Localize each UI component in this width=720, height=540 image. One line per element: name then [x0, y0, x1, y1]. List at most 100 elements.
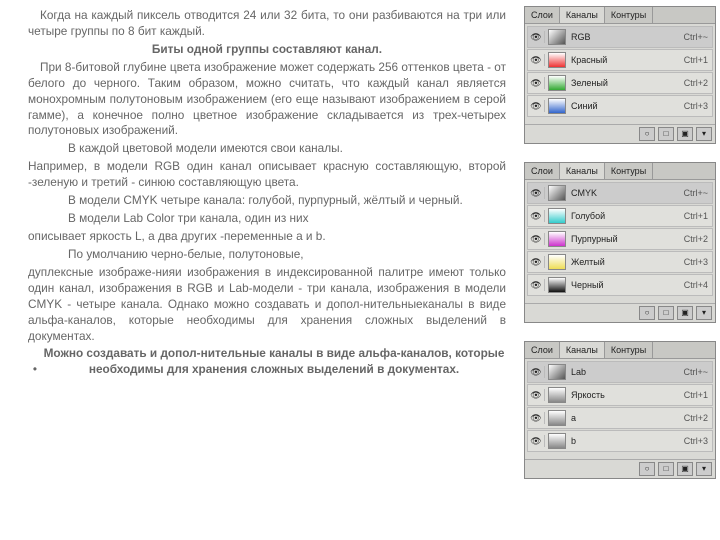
channel-thumbnail: [548, 185, 566, 201]
channel-row[interactable]: 👁ПурпурныйCtrl+2: [527, 228, 713, 250]
tab-bar: СлоиКаналыКонтуры: [525, 342, 715, 359]
channel-shortcut: Ctrl+3: [680, 256, 712, 268]
channel-name: a: [569, 412, 680, 424]
visibility-icon[interactable]: 👁: [528, 412, 545, 424]
paragraph: дуплексные изображе-нияи изображения в и…: [28, 265, 506, 345]
tab[interactable]: Контуры: [605, 163, 653, 179]
channel-shortcut: Ctrl+3: [680, 100, 712, 112]
channels-panel: СлоиКаналыКонтуры 👁 LabCtrl+~ 👁ЯркостьCtrl+…: [524, 341, 716, 479]
panel-footer: ○□▣▾: [525, 459, 715, 478]
paragraph: Когда на каждый пиксель отводится 24 или…: [28, 8, 506, 40]
tab[interactable]: Каналы: [560, 163, 605, 179]
visibility-icon[interactable]: 👁: [528, 366, 545, 378]
footer-icon[interactable]: ○: [639, 306, 655, 320]
footer-icon[interactable]: ▣: [677, 306, 693, 320]
channel-row[interactable]: 👁 ЖелтыйCtrl+3: [527, 251, 713, 273]
visibility-icon[interactable]: 👁: [528, 256, 545, 268]
footer-icon[interactable]: □: [658, 127, 674, 141]
channel-thumbnail: [548, 231, 566, 247]
visibility-icon[interactable]: 👁: [528, 187, 545, 199]
bullet-text: Можно создавать и допол-нительные каналы…: [42, 346, 506, 378]
tab[interactable]: Каналы: [560, 7, 605, 23]
channels-panel: СлоиКаналыКонтуры 👁 CMYKCtrl+~ 👁ГолубойCtrl…: [524, 162, 716, 323]
paragraph: В каждой цветовой модели имеются свои ка…: [28, 141, 506, 157]
panels-column: СлоиКаналыКонтуры👁RGBCtrl+~👁КрасныйCtrl+…: [520, 0, 720, 540]
channel-name: Зеленый: [569, 77, 680, 89]
channel-row[interactable]: 👁 СинийCtrl+3: [527, 95, 713, 117]
footer-icon[interactable]: ○: [639, 127, 655, 141]
paragraph: В модели Lab Color три канала, один из н…: [28, 211, 506, 227]
tab[interactable]: Слои: [525, 163, 560, 179]
channel-thumbnail: [548, 277, 566, 293]
panel-body: 👁LabCtrl+~👁ЯркостьCtrl+1👁aCtrl+2👁bCtrl+3: [525, 359, 715, 459]
channel-shortcut: Ctrl+2: [680, 77, 712, 89]
visibility-icon[interactable]: 👁: [528, 77, 545, 89]
channel-shortcut: Ctrl+~: [679, 366, 712, 378]
visibility-icon[interactable]: 👁: [528, 54, 545, 66]
channel-row[interactable]: 👁 ЧерныйCtrl+4: [527, 274, 713, 296]
channel-name: Красный: [569, 54, 680, 66]
tab[interactable]: Каналы: [560, 342, 605, 358]
paragraph: По умолчанию черно-белые, полутоновые,: [28, 247, 506, 263]
channel-row[interactable]: 👁RGBCtrl+~: [527, 26, 713, 48]
visibility-icon[interactable]: 👁: [528, 210, 545, 222]
tab[interactable]: Слои: [525, 7, 560, 23]
channel-row[interactable]: 👁 КрасныйCtrl+1: [527, 49, 713, 71]
footer-icon[interactable]: □: [658, 306, 674, 320]
channel-thumbnail: [548, 254, 566, 270]
channel-name: Синий: [569, 100, 680, 112]
channel-shortcut: Ctrl+2: [680, 412, 712, 424]
channel-row[interactable]: 👁 CMYKCtrl+~: [527, 182, 713, 204]
channel-thumbnail: [548, 29, 566, 45]
channel-row[interactable]: 👁 ЗеленыйCtrl+2: [527, 72, 713, 94]
visibility-icon[interactable]: 👁: [528, 31, 545, 43]
channels-panel: СлоиКаналыКонтуры👁RGBCtrl+~👁КрасныйCtrl+…: [524, 6, 716, 144]
channel-name: Желтый: [569, 256, 680, 268]
paragraph: При 8-битовой глубине цвета изображение …: [28, 60, 506, 140]
channel-shortcut: Ctrl+4: [680, 279, 712, 291]
channel-shortcut: Ctrl+2: [680, 233, 712, 245]
page: Когда на каждый пиксель отводится 24 или…: [0, 0, 720, 540]
footer-icon[interactable]: ▣: [677, 462, 693, 476]
channel-thumbnail: [548, 364, 566, 380]
channel-thumbnail: [548, 410, 566, 426]
channel-row[interactable]: 👁 aCtrl+2: [527, 407, 713, 429]
heading: Биты одной группы составляют канал.: [28, 42, 506, 58]
panel-footer: ○□▣▾: [525, 303, 715, 322]
channel-name: RGB: [569, 31, 679, 43]
paragraph: Например, в модели RGB один канал описыв…: [28, 159, 506, 191]
footer-icon[interactable]: ▣: [677, 127, 693, 141]
visibility-icon[interactable]: 👁: [528, 100, 545, 112]
channel-name: Lab: [569, 366, 679, 378]
tab[interactable]: Контуры: [605, 7, 653, 23]
visibility-icon[interactable]: 👁: [528, 279, 545, 291]
channel-shortcut: Ctrl+1: [680, 54, 712, 66]
channel-thumbnail: [548, 75, 566, 91]
footer-icon[interactable]: ▾: [696, 306, 712, 320]
footer-icon[interactable]: ○: [639, 462, 655, 476]
channel-row[interactable]: 👁ГолубойCtrl+1: [527, 205, 713, 227]
channel-row[interactable]: 👁ЯркостьCtrl+1: [527, 384, 713, 406]
channel-thumbnail: [548, 433, 566, 449]
tab[interactable]: Слои: [525, 342, 560, 358]
bullet-item: • Можно создавать и допол-нительные кана…: [28, 346, 506, 378]
channel-thumbnail: [548, 98, 566, 114]
channel-name: Черный: [569, 279, 680, 291]
channel-thumbnail: [548, 208, 566, 224]
visibility-icon[interactable]: 👁: [528, 389, 545, 401]
channel-name: b: [569, 435, 680, 447]
channel-row[interactable]: 👁bCtrl+3: [527, 430, 713, 452]
tab[interactable]: Контуры: [605, 342, 653, 358]
tab-bar: СлоиКаналыКонтуры: [525, 7, 715, 24]
channel-name: CMYK: [569, 187, 679, 199]
panel-footer: ○□▣▾: [525, 124, 715, 143]
channel-shortcut: Ctrl+~: [679, 187, 712, 199]
visibility-icon[interactable]: 👁: [528, 233, 545, 245]
paragraph: описывает яркость L, а два других -перем…: [28, 229, 506, 245]
footer-icon[interactable]: ▾: [696, 127, 712, 141]
footer-icon[interactable]: □: [658, 462, 674, 476]
channel-row[interactable]: 👁 LabCtrl+~: [527, 361, 713, 383]
footer-icon[interactable]: ▾: [696, 462, 712, 476]
channel-shortcut: Ctrl+1: [680, 389, 712, 401]
visibility-icon[interactable]: 👁: [528, 435, 545, 447]
